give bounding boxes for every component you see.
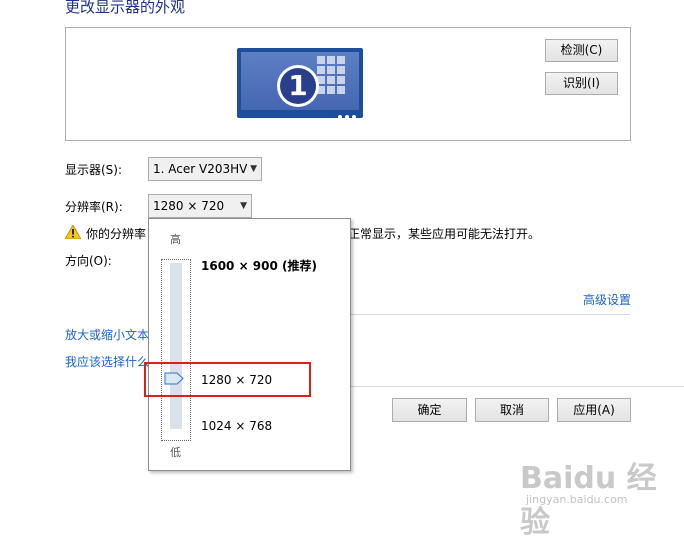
monitor-number: 1: [280, 68, 316, 104]
warning-text-start: 你的分辨率: [86, 227, 147, 241]
slider-low-label: 低: [170, 446, 181, 459]
warning-icon: [65, 225, 81, 239]
resolution-slider-track[interactable]: [170, 263, 182, 429]
divider: [350, 314, 630, 315]
zoom-text-link[interactable]: 放大或缩小文本: [65, 326, 149, 343]
monitor-screen: 1: [241, 52, 359, 110]
monitor-1-graphic[interactable]: 1: [237, 48, 363, 119]
orientation-label: 方向(O):: [65, 254, 112, 268]
which-setting-link[interactable]: 我应该选择什么: [65, 353, 149, 370]
windows-tiles-icon: [317, 56, 353, 98]
resolution-option-1024x768[interactable]: 1024 × 768: [201, 419, 272, 433]
bottom-divider: [350, 386, 684, 387]
resolution-slider-popup: 高 低 1600 × 900 (推荐) 1280 × 720 1024 × 76…: [148, 218, 351, 471]
display-label: 显示器(S):: [65, 163, 123, 177]
display-select[interactable]: 1. Acer V203HV ▼: [148, 157, 262, 181]
chevron-down-icon: ▼: [240, 201, 247, 211]
selection-highlight-box: [144, 362, 311, 397]
monitor-number-badge: 1: [277, 65, 319, 107]
slider-high-label: 高: [170, 233, 181, 246]
chevron-down-icon: ▼: [250, 164, 257, 174]
advanced-settings-link[interactable]: 高级设置: [583, 291, 631, 308]
identify-button[interactable]: 识别(I): [545, 72, 618, 95]
monitor-status-dots: [335, 108, 356, 122]
detect-button[interactable]: 检测(C): [545, 39, 618, 62]
page-title: 更改显示器的外观: [65, 0, 186, 16]
resolution-label: 分辨率(R):: [65, 200, 123, 214]
display-select-value: 1. Acer V203HV: [153, 162, 248, 176]
baidu-watermark-url: jingyan.baidu.com: [526, 493, 628, 506]
resolution-option-1600x900[interactable]: 1600 × 900 (推荐): [201, 257, 317, 274]
resolution-select-value: 1280 × 720: [153, 199, 225, 213]
ok-button[interactable]: 确定: [392, 398, 467, 422]
apply-button[interactable]: 应用(A): [557, 398, 631, 422]
resolution-select[interactable]: 1280 × 720 ▼: [148, 194, 252, 218]
warning-text-end: 正常显示，某些应用可能无法打开。: [348, 227, 541, 241]
cancel-button[interactable]: 取消: [475, 398, 549, 422]
